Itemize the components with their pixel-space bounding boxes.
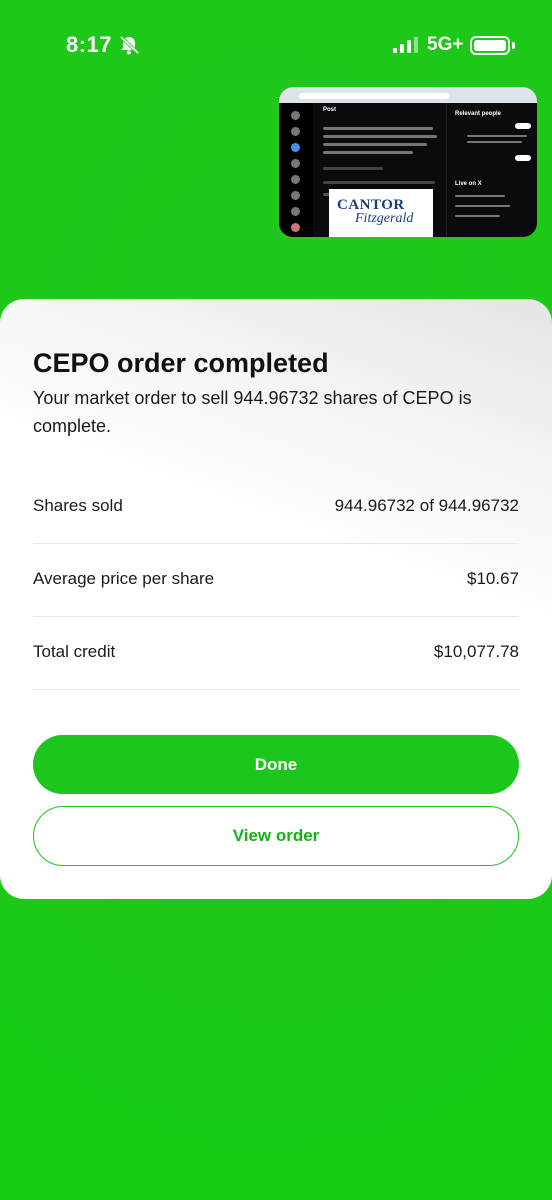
status-bar: 8:17 5G+ (0, 0, 552, 92)
pip-browser-bar (279, 87, 537, 103)
detail-value: $10.67 (467, 569, 519, 588)
battery-icon (470, 36, 510, 55)
network-type: 5G+ (427, 34, 464, 55)
pip-relevant-title: Relevant people (455, 111, 502, 117)
pip-right-panel: Relevant people Live on X (447, 103, 537, 237)
battery-cap (512, 42, 515, 49)
detail-value: 944.96732 of 944.96732 (334, 496, 519, 515)
detail-label: Average price per share (33, 569, 215, 588)
detail-row-shares-sold: Shares sold 944.96732 of 944.96732 (33, 471, 519, 544)
status-time: 8:17 (66, 32, 113, 57)
detail-label: Total credit (33, 642, 116, 661)
pip-live-title: Live on X (455, 181, 482, 187)
order-completed-card: CEPO order completed Your market order t… (0, 299, 552, 899)
cellular-signal-icon (393, 37, 418, 53)
detail-row-total-credit: Total credit $10,077.78 (33, 617, 519, 690)
pip-post-header: Post (323, 107, 337, 113)
detail-label: Shares sold (33, 496, 123, 515)
bell-slash-icon (119, 35, 140, 55)
detail-value: $10,077.78 (433, 642, 519, 661)
pip-sidebar (279, 103, 313, 237)
page-title: CEPO order completed (33, 348, 329, 378)
detail-row-average-price: Average price per share $10.67 (33, 544, 519, 617)
done-button[interactable]: Done (33, 735, 519, 794)
order-message: Your market order to sell 944.96732 shar… (33, 388, 472, 436)
pip-video-thumbnail[interactable]: Post CANTOR Fitzgerald Relevant people L… (279, 87, 537, 237)
pip-logo-line2: Fitzgerald (355, 211, 414, 226)
pip-cantor-logo-card: CANTOR Fitzgerald (329, 189, 433, 237)
view-order-button[interactable]: View order (33, 806, 519, 866)
